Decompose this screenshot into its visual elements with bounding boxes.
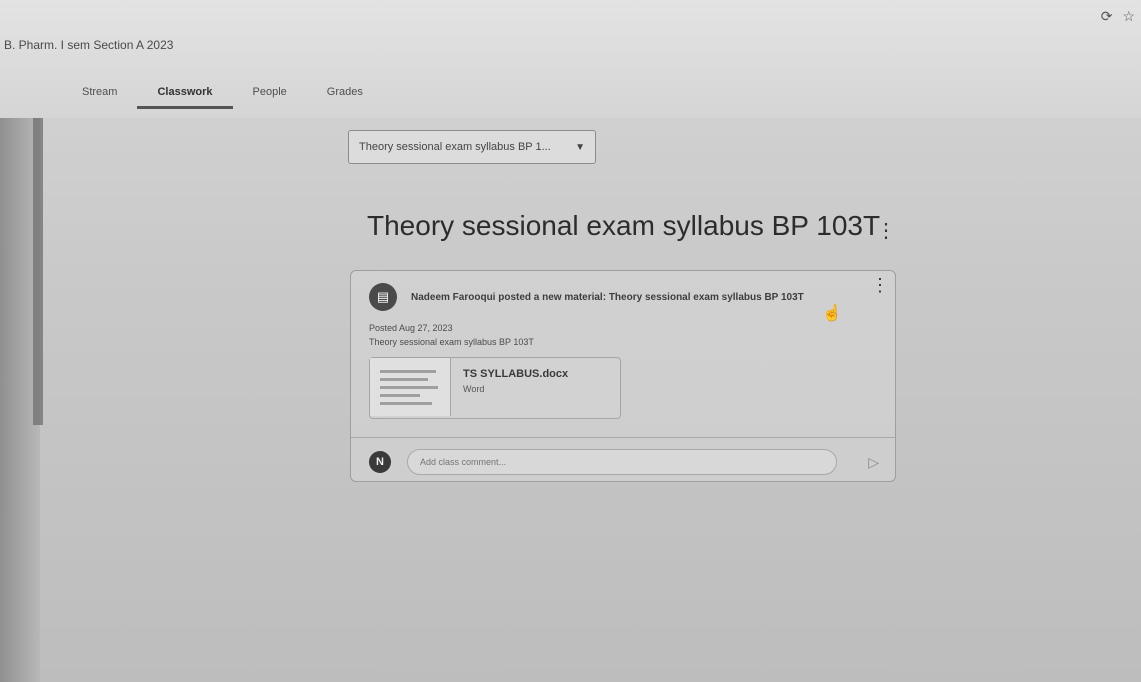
left-scrollbar[interactable] <box>33 70 43 425</box>
thumb-line <box>380 394 420 397</box>
star-icon[interactable]: ☆ <box>1122 8 1135 25</box>
attachment-type: Word <box>463 384 485 394</box>
tab-people[interactable]: People <box>233 78 307 106</box>
attachment-info: TS SYLLABUS.docx Word <box>451 358 580 418</box>
tab-stream[interactable]: Stream <box>62 78 137 106</box>
avatar: N <box>369 451 391 473</box>
material-card-header[interactable]: ▤ Nadeem Farooqui posted a new material:… <box>369 281 879 313</box>
topic-filter-dropdown[interactable]: Theory sessional exam syllabus BP 1... ▼ <box>348 130 596 164</box>
material-description: Theory sessional exam syllabus BP 103T <box>369 337 534 347</box>
document-thumbnail <box>370 358 451 416</box>
comment-row: N ▷ <box>369 447 879 477</box>
post-title: Nadeem Farooqui posted a new material: T… <box>411 291 804 303</box>
topic-filter-value: Theory sessional exam syllabus BP 1... <box>359 141 551 153</box>
class-comment-input[interactable] <box>407 449 837 475</box>
hand-cursor-icon: ☝ <box>822 305 842 322</box>
topic-title: Theory sessional exam syllabus BP 103T <box>367 210 881 241</box>
posted-date: Posted Aug 27, 2023 <box>369 323 453 333</box>
class-tabs: Stream Classwork People Grades <box>62 78 383 109</box>
attachment-card[interactable]: TS SYLLABUS.docx Word <box>369 357 621 419</box>
topic-more-menu-icon[interactable]: ⋮ <box>876 218 896 243</box>
refresh-icon[interactable]: ⟳ <box>1101 8 1113 25</box>
class-title: B. Pharm. I sem Section A 2023 <box>4 38 174 52</box>
thumb-line <box>380 378 428 381</box>
top-bar: B. Pharm. I sem Section A 2023 ⟳ ☆ Strea… <box>0 0 1141 118</box>
tab-classwork[interactable]: Classwork <box>137 78 233 109</box>
material-card: ▤ Nadeem Farooqui posted a new material:… <box>350 270 896 482</box>
dropdown-caret-icon: ▼ <box>575 141 585 153</box>
top-icons: ⟳ ☆ <box>1101 8 1135 25</box>
thumb-line <box>380 370 436 373</box>
thumb-line <box>380 386 438 389</box>
attachment-name: TS SYLLABUS.docx <box>463 368 569 380</box>
thumb-line <box>380 402 432 405</box>
send-icon[interactable]: ▷ <box>868 454 879 471</box>
tab-grades[interactable]: Grades <box>307 78 383 106</box>
comment-divider <box>351 437 895 438</box>
material-more-menu-icon[interactable]: ⋮ <box>871 275 889 296</box>
material-icon: ▤ <box>369 283 397 311</box>
